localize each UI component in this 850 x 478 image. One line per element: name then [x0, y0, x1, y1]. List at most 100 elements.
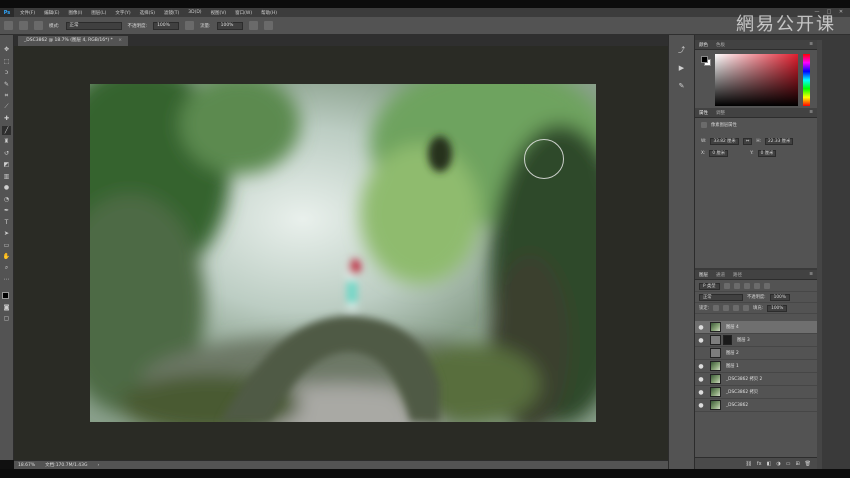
menu-help[interactable]: 帮助(H) [261, 10, 277, 16]
zoom-tool-icon[interactable]: ⌕ [2, 264, 11, 273]
mode-select[interactable]: 正常 [65, 21, 122, 30]
filter-adjustment-icon[interactable] [733, 283, 740, 289]
eyedropper-tool-icon[interactable]: ⟋ [2, 103, 11, 112]
brush-tool-icon-active[interactable]: ╱ [2, 125, 11, 135]
layers-panel-menu-icon[interactable]: ≡ [809, 272, 813, 277]
color-swatches[interactable] [1, 291, 13, 303]
layer-row-copy[interactable]: ● _DSC3862 拷贝 [695, 386, 817, 399]
blur-tool-icon[interactable]: ● [2, 183, 11, 192]
screen-mode-icon[interactable]: ▢ [2, 314, 11, 323]
filter-pixel-icon[interactable] [723, 283, 730, 289]
menu-file[interactable]: 文件(F) [20, 10, 35, 16]
menu-image[interactable]: 图像(I) [68, 10, 82, 16]
pressure-opacity-icon[interactable] [185, 21, 195, 30]
lock-position-icon[interactable] [733, 305, 740, 311]
hue-slider[interactable] [803, 54, 810, 106]
pressure-size-icon[interactable] [263, 21, 273, 30]
new-layer-icon[interactable]: ⊞ [795, 461, 799, 467]
menu-select[interactable]: 选择(S) [140, 10, 155, 16]
fill-input[interactable]: 100% [767, 304, 788, 312]
tab-adjustments[interactable]: 调整 [716, 110, 725, 116]
height-field[interactable]: 22.33 厘米 [765, 138, 794, 145]
menu-layer[interactable]: 图层(L) [91, 10, 106, 16]
type-tool-icon[interactable]: T [2, 218, 11, 227]
status-menu-arrow[interactable]: › [97, 463, 99, 468]
marquee-tool-icon[interactable]: ⬚ [2, 57, 11, 66]
filter-smart-object-icon[interactable] [763, 283, 770, 289]
layer-row-background[interactable]: ● _DSC3862 [695, 399, 817, 412]
filter-shape-icon[interactable] [753, 283, 760, 289]
x-field[interactable]: 0 厘米 [709, 150, 729, 157]
brush-presets-panel-icon[interactable]: ✎ [677, 81, 687, 91]
flow-input[interactable]: 100% [216, 21, 243, 30]
more-tools-icon[interactable]: ⋯ [2, 275, 11, 284]
visibility-eye-icon[interactable]: ● [695, 376, 707, 383]
dodge-tool-icon[interactable]: ◔ [2, 195, 11, 204]
tab-channels[interactable]: 通道 [716, 272, 725, 278]
visibility-off-icon[interactable]: ● [695, 350, 707, 357]
blend-mode-select[interactable]: 正常 [699, 293, 743, 301]
brush-preset-picker-icon[interactable] [19, 21, 28, 30]
pen-tool-icon[interactable]: ✒ [2, 206, 11, 215]
layer-row-3[interactable]: ● 图层 3 [695, 334, 817, 347]
tab-paths[interactable]: 路径 [733, 272, 742, 278]
menu-edit[interactable]: 编辑(E) [44, 10, 59, 16]
tab-color[interactable]: 颜色 [699, 42, 708, 48]
delete-layer-icon[interactable]: 🗑 [805, 461, 811, 467]
properties-panel-menu-icon[interactable]: ≡ [809, 110, 813, 115]
document-canvas[interactable] [90, 84, 596, 422]
lock-all-icon[interactable] [743, 305, 750, 311]
tab-layers[interactable]: 图层 [699, 272, 708, 278]
link-dimensions-icon[interactable]: ⇔ [742, 138, 753, 145]
menu-filter[interactable]: 滤镜(T) [164, 10, 179, 16]
shape-tool-icon[interactable]: ▭ [2, 241, 11, 250]
visibility-eye-icon[interactable]: ● [695, 337, 707, 344]
visibility-eye-icon[interactable]: ● [695, 402, 707, 409]
layer-row-copy-2[interactable]: ● _DSC3862 拷贝 2 [695, 373, 817, 386]
menu-window[interactable]: 窗口(W) [235, 10, 252, 16]
actions-panel-icon[interactable]: ▶ [677, 63, 687, 73]
color-picker-field[interactable] [715, 54, 798, 106]
link-layers-icon[interactable]: ⛓ [746, 461, 752, 467]
brush-panel-toggle-icon[interactable] [34, 21, 43, 30]
layer-row-1[interactable]: ● 图层 1 [695, 360, 817, 373]
quick-select-tool-icon[interactable]: ✎ [2, 80, 11, 89]
layer-opacity-input[interactable]: 100% [769, 293, 790, 301]
y-field[interactable]: 0 厘米 [757, 150, 777, 157]
airbrush-icon[interactable] [248, 21, 258, 30]
visibility-eye-icon[interactable]: ● [695, 363, 707, 370]
zoom-level[interactable]: 18.67% [18, 463, 35, 468]
new-group-icon[interactable]: ▭ [786, 461, 791, 467]
tab-properties[interactable]: 属性 [699, 110, 708, 116]
visibility-eye-icon[interactable]: ● [695, 389, 707, 396]
history-panel-icon[interactable]: ⤴ [677, 45, 687, 55]
layer-style-icon[interactable]: fx [757, 461, 762, 467]
close-window-button[interactable]: ✕ [838, 9, 844, 15]
lasso-tool-icon[interactable]: ↄ [2, 68, 11, 77]
filter-type-icon[interactable] [743, 283, 750, 289]
quick-mask-icon[interactable]: ◙ [2, 303, 11, 312]
stamp-tool-icon[interactable]: ♜ [2, 137, 11, 146]
path-select-tool-icon[interactable]: ➤ [2, 229, 11, 238]
hand-tool-icon[interactable]: ✋ [2, 252, 11, 261]
adjustment-layer-icon[interactable]: ◑ [776, 461, 780, 467]
menu-view[interactable]: 视图(V) [211, 10, 227, 16]
color-panel-menu-icon[interactable]: ≡ [809, 42, 813, 47]
canvas-workspace[interactable] [14, 46, 668, 460]
menu-type[interactable]: 文字(Y) [115, 10, 130, 16]
lock-image-icon[interactable] [723, 305, 730, 311]
crop-tool-icon[interactable]: ⌗ [2, 91, 11, 100]
gradient-tool-icon[interactable]: ▥ [2, 172, 11, 181]
width-field[interactable]: 33.82 厘米 [710, 138, 739, 145]
layer-filter-select[interactable]: P 类型 [699, 282, 720, 290]
layer-row-2[interactable]: ● 图层 2 [695, 347, 817, 360]
layer-row-4[interactable]: ● 图层 4 [695, 321, 817, 334]
document-tab[interactable]: _DSC3862 @ 18.7% (图层 4, RGB/16*) * × [18, 36, 129, 46]
eraser-tool-icon[interactable]: ◩ [2, 160, 11, 169]
history-brush-tool-icon[interactable]: ↺ [2, 149, 11, 158]
move-tool-icon[interactable]: ✥ [2, 45, 11, 54]
add-mask-icon[interactable]: ◧ [767, 461, 772, 467]
panel-dock-scrollbar[interactable] [817, 40, 822, 469]
close-icon[interactable]: × [118, 38, 122, 43]
tab-swatches[interactable]: 色板 [716, 42, 725, 48]
